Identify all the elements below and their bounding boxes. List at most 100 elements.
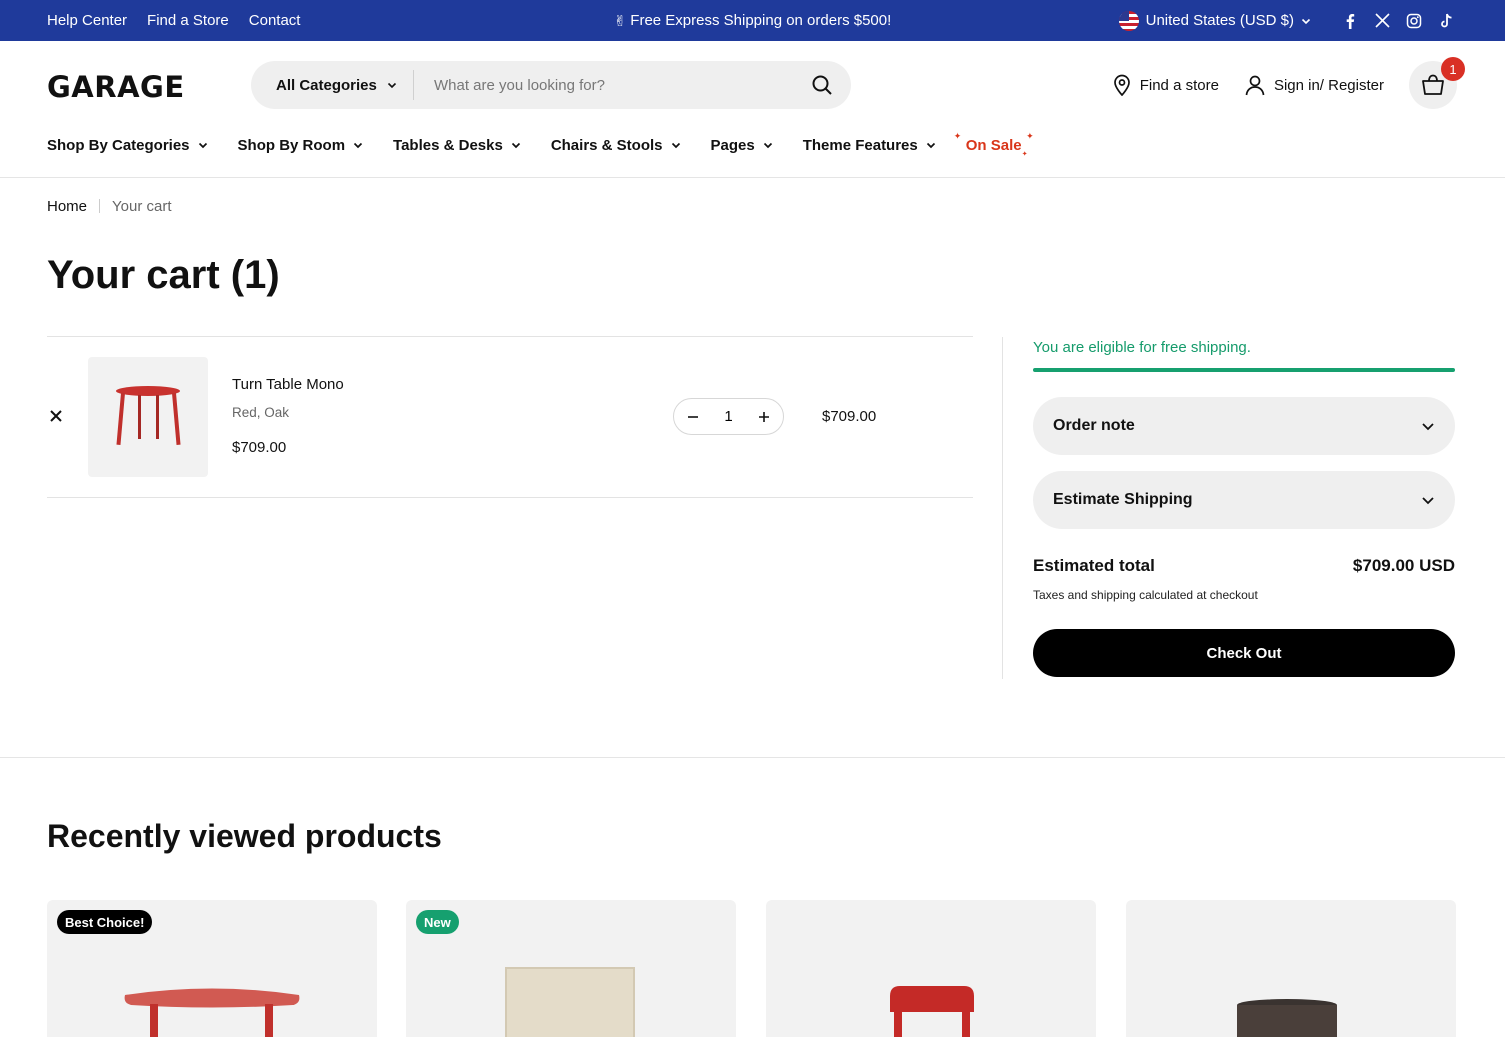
facebook-icon[interactable] bbox=[1341, 12, 1359, 30]
announcement-bar: Help Center Find a Store Contact ✌ Free … bbox=[0, 0, 1505, 41]
free-shipping-progress-fill bbox=[1033, 368, 1455, 372]
sparkle-icon: ✦ bbox=[1026, 130, 1034, 141]
nav-label: Theme Features bbox=[802, 136, 918, 154]
nav-label: Pages bbox=[710, 136, 755, 154]
chevron-down-icon bbox=[198, 142, 207, 149]
quantity-input[interactable] bbox=[713, 408, 744, 425]
tiktok-icon[interactable] bbox=[1437, 12, 1455, 30]
estimated-total-value: $709.00 USD bbox=[1352, 556, 1455, 575]
cart-divider bbox=[47, 497, 973, 498]
sign-in-label: Sign in/ Register bbox=[1273, 76, 1384, 94]
nav-theme-features[interactable]: Theme Features bbox=[803, 137, 936, 154]
header-actions: Find a store Sign in/ Register 1 bbox=[1112, 57, 1465, 109]
us-flag-icon bbox=[1118, 10, 1139, 31]
find-a-store-link[interactable]: Find a Store bbox=[147, 12, 229, 29]
breadcrumb: Home Your cart bbox=[47, 196, 172, 216]
topbar-right: United States (USD $) bbox=[1118, 0, 1455, 41]
plus-icon bbox=[759, 411, 769, 422]
nav-label: Shop By Categories bbox=[47, 136, 190, 154]
estimated-total-label: Estimated total bbox=[1033, 556, 1155, 575]
red-table-image bbox=[116, 386, 181, 445]
new-badge: New bbox=[416, 910, 459, 934]
product-card[interactable]: New bbox=[406, 900, 736, 1037]
location-pin-icon bbox=[1113, 74, 1130, 96]
nav-tables-desks[interactable]: Tables & Desks bbox=[393, 137, 521, 154]
nav-label: Chairs & Stools bbox=[550, 136, 663, 154]
close-icon bbox=[50, 410, 62, 422]
x-icon[interactable] bbox=[1373, 12, 1391, 30]
nav-shop-by-categories[interactable]: Shop By Categories bbox=[47, 137, 208, 154]
chevron-down-icon bbox=[671, 142, 680, 149]
nav-shop-by-room[interactable]: Shop By Room bbox=[238, 137, 364, 154]
bin-image bbox=[1237, 999, 1337, 1037]
chevron-down-icon bbox=[353, 142, 363, 149]
order-note-accordion[interactable]: Order note bbox=[1033, 397, 1455, 455]
search-icon[interactable] bbox=[811, 74, 833, 96]
sale-label: On Sale bbox=[965, 136, 1022, 154]
site-logo[interactable]: GARAGE bbox=[47, 70, 185, 104]
line-total: $709.00 bbox=[822, 408, 877, 425]
checkout-button[interactable]: Check Out bbox=[1033, 629, 1455, 677]
nav-pages[interactable]: Pages bbox=[711, 137, 773, 154]
free-shipping-message: You are eligible for free shipping. bbox=[1033, 339, 1251, 356]
category-dropdown[interactable]: All Categories bbox=[251, 70, 414, 100]
promo-text: Free Express Shipping on orders $500! bbox=[630, 12, 892, 29]
order-note-label: Order note bbox=[1053, 417, 1135, 434]
search-input[interactable] bbox=[434, 76, 811, 94]
chevron-down-icon bbox=[1422, 497, 1434, 505]
chevron-down-icon bbox=[387, 82, 396, 89]
sign-in-link[interactable]: Sign in/ Register bbox=[1244, 74, 1384, 96]
help-center-link[interactable]: Help Center bbox=[47, 12, 127, 29]
product-card[interactable]: Best Choice! bbox=[47, 900, 377, 1037]
chevron-down-icon bbox=[763, 142, 772, 149]
sparkle-icon: ✦ bbox=[1021, 150, 1028, 158]
tax-note: Taxes and shipping calculated at checkou… bbox=[1033, 588, 1258, 602]
red-chair-image bbox=[890, 986, 974, 1037]
nav-label: Shop By Room bbox=[237, 136, 346, 154]
product-card[interactable] bbox=[766, 900, 1096, 1037]
remove-item-button[interactable] bbox=[46, 406, 66, 426]
user-icon bbox=[1245, 75, 1265, 96]
estimate-shipping-label: Estimate Shipping bbox=[1053, 491, 1193, 508]
product-card[interactable] bbox=[1126, 900, 1456, 1037]
cart-count-badge: 1 bbox=[1441, 57, 1465, 81]
product-variant: Red, Oak bbox=[232, 405, 290, 420]
estimate-shipping-accordion[interactable]: Estimate Shipping bbox=[1033, 471, 1455, 529]
nav-chairs-stools[interactable]: Chairs & Stools bbox=[551, 137, 681, 154]
chevron-down-icon bbox=[1422, 423, 1434, 431]
section-divider bbox=[0, 757, 1505, 758]
currency-selector[interactable]: United States (USD $) bbox=[1118, 10, 1311, 31]
chevron-down-icon bbox=[511, 142, 520, 149]
summary-divider bbox=[1002, 337, 1003, 679]
recently-viewed-title: Recently viewed products bbox=[47, 818, 442, 854]
cart-divider bbox=[47, 336, 973, 337]
shopping-bag-icon bbox=[1422, 74, 1444, 95]
currency-label: United States (USD $) bbox=[1145, 12, 1294, 29]
breadcrumb-home[interactable]: Home bbox=[47, 198, 87, 215]
find-store-label: Find a store bbox=[1139, 76, 1219, 94]
instagram-icon[interactable] bbox=[1405, 12, 1423, 30]
minus-icon bbox=[688, 415, 698, 418]
sparkle-icon: ✦ bbox=[953, 130, 962, 141]
chevron-down-icon bbox=[1301, 18, 1311, 24]
product-price: $709.00 bbox=[232, 439, 287, 456]
nav-on-sale[interactable]: ✦ On Sale ✦ ✦ bbox=[954, 131, 1034, 158]
hand-icon: ✌ bbox=[613, 12, 627, 30]
product-thumbnail[interactable] bbox=[88, 357, 208, 477]
header-divider bbox=[0, 177, 1505, 178]
find-store-link[interactable]: Find a store bbox=[1112, 74, 1219, 96]
nav-label: Tables & Desks bbox=[393, 136, 503, 154]
chevron-down-icon bbox=[926, 142, 935, 149]
increase-quantity-button[interactable] bbox=[755, 408, 773, 426]
cart-button[interactable]: 1 bbox=[1409, 57, 1465, 109]
top-links: Help Center Find a Store Contact bbox=[47, 0, 300, 41]
search-bar: All Categories bbox=[251, 61, 851, 109]
product-name[interactable]: Turn Table Mono bbox=[232, 376, 344, 393]
best-choice-badge: Best Choice! bbox=[57, 910, 153, 934]
breadcrumb-separator bbox=[99, 199, 101, 213]
main-nav: Shop By Categories Shop By Room Tables &… bbox=[47, 131, 1052, 158]
contact-link[interactable]: Contact bbox=[249, 12, 301, 29]
decrease-quantity-button[interactable] bbox=[684, 408, 702, 426]
quantity-stepper bbox=[673, 398, 784, 435]
breadcrumb-current: Your cart bbox=[112, 197, 172, 215]
